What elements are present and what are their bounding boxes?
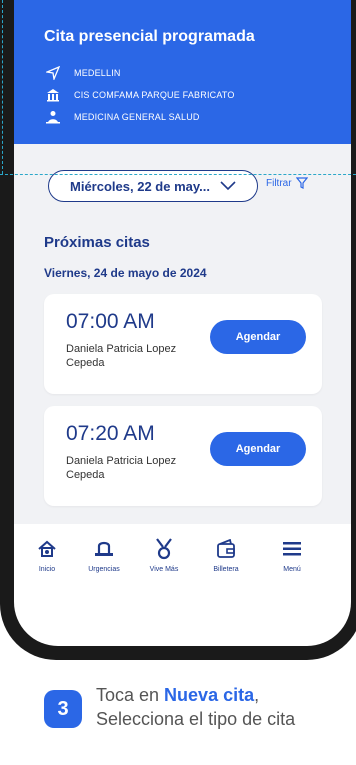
medal-icon	[134, 538, 194, 560]
header-title: Cita presencial programada	[44, 28, 255, 45]
info-row-city-text: MEDELLIN	[74, 68, 121, 78]
instruction-text: Toca en Nueva cita, Selecciona el tipo d…	[96, 683, 295, 731]
instruction-prefix: Toca en	[96, 685, 165, 705]
filter-label: Filtrar	[266, 177, 292, 189]
agendar-button[interactable]: Agendar	[210, 432, 306, 466]
nav-item-vive-mas[interactable]: Vive Más	[134, 538, 194, 573]
agendar-button[interactable]: Agendar	[210, 320, 306, 354]
info-row-location: CIS COMFAMA PARQUE FABRICATO	[44, 88, 235, 102]
nav-label: Urgencias	[88, 566, 120, 573]
instruction-line-1: Toca en Nueva cita,	[96, 683, 295, 707]
instruction-section: 3 Toca en Nueva cita, Selecciona el tipo…	[0, 665, 356, 765]
instruction-highlight: Nueva cita	[164, 685, 255, 705]
nav-item-inicio[interactable]: Inicio	[17, 538, 77, 573]
doctor-name: Daniela Patricia Lopez Cepeda	[66, 455, 177, 481]
info-row-service: MEDICINA GENERAL SALUD	[44, 110, 200, 124]
step-number-badge: 3	[44, 690, 82, 728]
filter-button[interactable]: Filtrar	[266, 177, 308, 189]
building-icon	[44, 88, 62, 102]
date-select-value: Miércoles, 22 de may...	[70, 178, 210, 194]
highlight-dashed-vertical	[2, 0, 3, 174]
nav-item-urgencias[interactable]: Urgencias	[74, 538, 134, 573]
doctor-icon	[44, 110, 62, 124]
nav-label: Billetera	[213, 566, 239, 573]
nav-label: Vive Más	[149, 566, 179, 573]
nav-item-menu[interactable]: Menú	[262, 538, 322, 573]
instruction-line-2: Selecciona el tipo de cita	[96, 709, 296, 729]
info-row-city: MEDELLIN	[44, 66, 121, 80]
appointment-card: 07:20 AM Daniela Patricia Lopez Cepeda A…	[44, 406, 322, 506]
nav-item-billetera[interactable]: Billetera	[196, 538, 256, 573]
appointments-area: Miércoles, 22 de may... Filtrar Próximas…	[14, 144, 351, 524]
appointment-time: 07:00 AM	[66, 310, 155, 333]
filter-icon	[295, 177, 308, 189]
menu-icon	[262, 538, 322, 560]
appointment-header: Cita presencial programada MEDELLIN CIS …	[14, 0, 351, 144]
phone-frame: Cita presencial programada MEDELLIN CIS …	[0, 0, 356, 660]
section-date: Viernes, 24 de mayo de 2024	[44, 266, 207, 280]
nav-label: Inicio	[38, 566, 56, 573]
appointment-card: 07:00 AM Daniela Patricia Lopez Cepeda A…	[44, 294, 322, 394]
doctor-name: Daniela Patricia Lopez Cepeda	[66, 343, 177, 369]
instruction-suffix: ,	[254, 685, 260, 705]
info-row-service-text: MEDICINA GENERAL SALUD	[74, 112, 200, 122]
info-row-location-text: CIS COMFAMA PARQUE FABRICATO	[74, 90, 235, 100]
chevron-down-icon	[220, 181, 236, 191]
urgencias-icon	[74, 538, 134, 560]
nav-label: Menú	[283, 566, 301, 573]
bottom-nav: Inicio Urgencias Vive Más Billetera Menú	[14, 524, 351, 594]
wallet-icon	[196, 538, 256, 560]
appointment-time: 07:20 AM	[66, 422, 155, 445]
highlight-dashed-horizontal	[0, 174, 356, 175]
section-title: Próximas citas	[44, 234, 150, 251]
navigation-icon	[44, 66, 62, 80]
phone-screen: Cita presencial programada MEDELLIN CIS …	[14, 0, 351, 646]
home-icon	[17, 538, 77, 560]
